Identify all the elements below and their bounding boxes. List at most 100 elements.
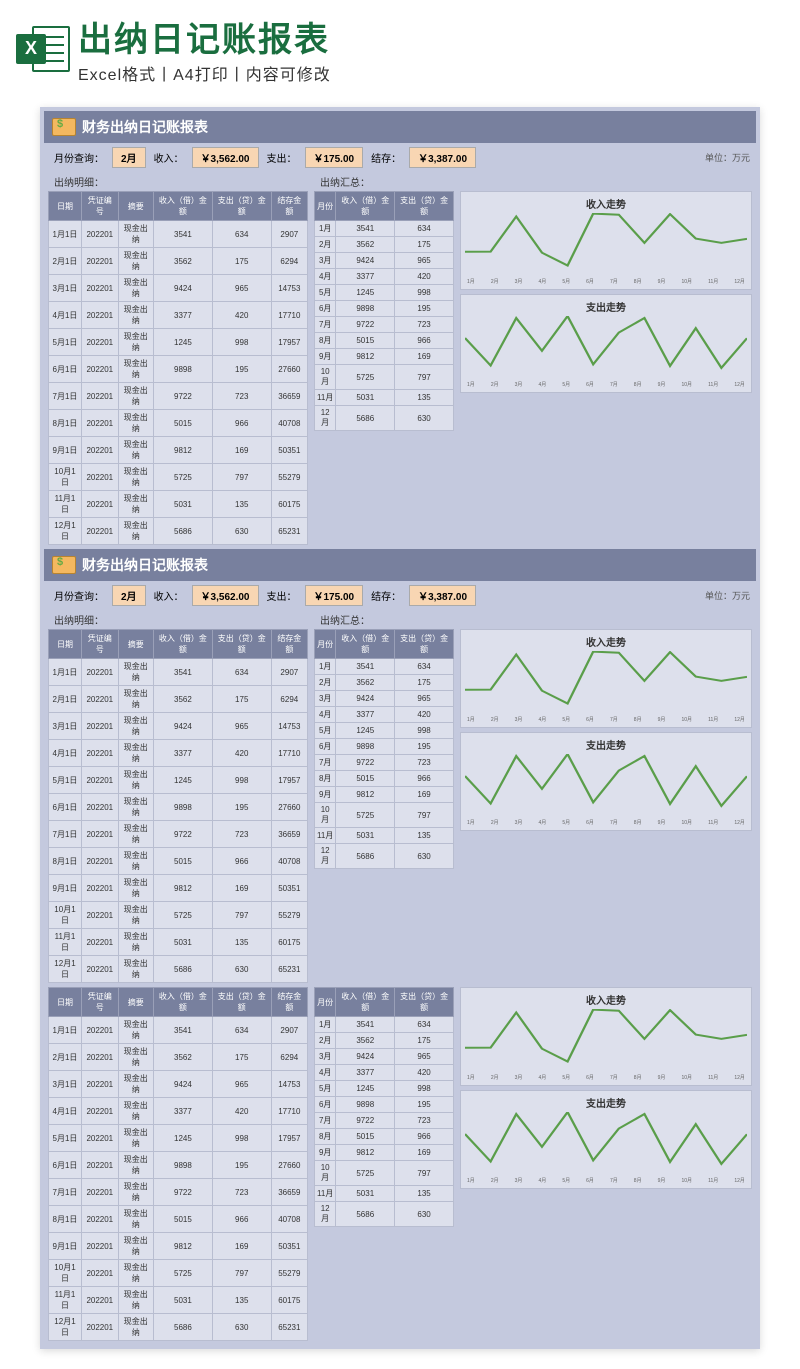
table-row: 12月1日202201现金出纳568663065231 xyxy=(49,518,308,545)
table-row: 12月5686630 xyxy=(315,844,454,869)
banner-subtitle: Excel格式丨A4打印丨内容可修改 xyxy=(78,61,784,85)
table-row: 7月9722723 xyxy=(315,755,454,771)
chart-xaxis: 1月2月3月4月5月6月7月8月9月10月11月12月 xyxy=(465,1074,747,1081)
col-header: 月份 xyxy=(315,192,336,221)
table-row: 1月1日202201现金出纳35416342907 xyxy=(49,1017,308,1044)
summary-table: 月份收入（借）金额支出（贷）金额1月35416342月35621753月9424… xyxy=(314,987,454,1227)
chart-xaxis: 1月2月3月4月5月6月7月8月9月10月11月12月 xyxy=(465,716,747,723)
table-row: 6月9898195 xyxy=(315,301,454,317)
table-row: 8月5015966 xyxy=(315,333,454,349)
chart-box: 支出走势 1月2月3月4月5月6月7月8月9月10月11月12月 xyxy=(460,294,752,393)
summary-table: 月份收入（借）金额支出（贷）金额1月35416342月35621753月9424… xyxy=(314,191,454,431)
expense-value: ￥175.00 xyxy=(305,147,364,168)
col-header: 支出（贷）金额 xyxy=(395,192,454,221)
balance-value: ￥3,387.00 xyxy=(409,147,476,168)
table-row: 12月1日202201现金出纳568663065231 xyxy=(49,956,308,983)
report-block: 财务出纳日记账报表 月份查询： 2月 收入： ￥3,562.00 支出： ￥17… xyxy=(44,111,756,549)
table-row: 5月1日202201现金出纳124599817957 xyxy=(49,1125,308,1152)
query-row: 月份查询： 2月 收入： ￥3,562.00 支出： ￥175.00 结存： ￥… xyxy=(44,143,756,172)
table-row: 1月3541634 xyxy=(315,221,454,237)
chart-box: 支出走势 1月2月3月4月5月6月7月8月9月10月11月12月 xyxy=(460,732,752,831)
chart-box: 收入走势 1月2月3月4月5月6月7月8月9月10月11月12月 xyxy=(460,191,752,290)
table-row: 9月9812169 xyxy=(315,1145,454,1161)
col-header: 支出（贷）金额 xyxy=(212,192,271,221)
table-row: 11月5031135 xyxy=(315,828,454,844)
income-value: ￥3,562.00 xyxy=(192,585,259,606)
table-row: 3月1日202201现金出纳942496514753 xyxy=(49,1071,308,1098)
table-row: 9月9812169 xyxy=(315,349,454,365)
template-preview: 财务出纳日记账报表 月份查询： 2月 收入： ￥3,562.00 支出： ￥17… xyxy=(40,107,760,1349)
table-row: 2月1日202201现金出纳35621756294 xyxy=(49,686,308,713)
table-row: 6月1日202201现金出纳989819527660 xyxy=(49,794,308,821)
table-row: 10月5725797 xyxy=(315,1161,454,1186)
table-row: 2月3562175 xyxy=(315,1033,454,1049)
chart-title: 收入走势 xyxy=(465,634,747,649)
table-row: 4月3377420 xyxy=(315,1065,454,1081)
month-value[interactable]: 2月 xyxy=(112,147,146,168)
col-header: 支出（贷）金额 xyxy=(212,630,271,659)
expense-value: ￥175.00 xyxy=(305,585,364,606)
income-label: 收入： xyxy=(150,586,188,605)
report-header: 财务出纳日记账报表 xyxy=(44,111,756,143)
table-row: 7月1日202201现金出纳972272336659 xyxy=(49,383,308,410)
table-row: 8月5015966 xyxy=(315,771,454,787)
summary-label: 出纳汇总： xyxy=(314,172,454,191)
chart-title: 收入走势 xyxy=(465,992,747,1007)
table-row: 10月5725797 xyxy=(315,365,454,390)
table-row: 9月1日202201现金出纳981216950351 xyxy=(49,437,308,464)
col-header: 结存金额 xyxy=(271,192,307,221)
chart-title: 支出走势 xyxy=(465,1095,747,1110)
money-icon xyxy=(52,118,76,136)
col-header: 凭证编号 xyxy=(81,988,118,1017)
report-title: 财务出纳日记账报表 xyxy=(82,117,208,137)
col-header: 收入（借）金额 xyxy=(153,630,212,659)
table-row: 10月1日202201现金出纳572579755279 xyxy=(49,902,308,929)
col-header: 结存金额 xyxy=(271,988,307,1017)
table-row: 3月9424965 xyxy=(315,1049,454,1065)
query-row: 月份查询： 2月 收入： ￥3,562.00 支出： ￥175.00 结存： ￥… xyxy=(44,581,756,610)
report-header: 财务出纳日记账报表 xyxy=(44,549,756,581)
table-row: 5月1日202201现金出纳124599817957 xyxy=(49,767,308,794)
col-header: 日期 xyxy=(49,192,82,221)
col-header: 收入（借）金额 xyxy=(153,192,212,221)
chart-xaxis: 1月2月3月4月5月6月7月8月9月10月11月12月 xyxy=(465,381,747,388)
col-header: 月份 xyxy=(315,988,336,1017)
table-row: 7月9722723 xyxy=(315,317,454,333)
table-row: 5月1245998 xyxy=(315,723,454,739)
table-row: 3月9424965 xyxy=(315,691,454,707)
table-row: 11月1日202201现金出纳503113560175 xyxy=(49,491,308,518)
table-row: 11月5031135 xyxy=(315,1186,454,1202)
balance-value: ￥3,387.00 xyxy=(409,585,476,606)
table-row: 8月1日202201现金出纳501596640708 xyxy=(49,410,308,437)
table-row: 12月1日202201现金出纳568663065231 xyxy=(49,1314,308,1341)
col-header: 结存金额 xyxy=(271,630,307,659)
col-header: 收入（借）金额 xyxy=(336,192,395,221)
table-row: 5月1日202201现金出纳124599817957 xyxy=(49,329,308,356)
detail-table: 日期凭证编号摘要收入（借）金额支出（贷）金额结存金额1月1日202201现金出纳… xyxy=(48,191,308,545)
detail-table: 日期凭证编号摘要收入（借）金额支出（贷）金额结存金额1月1日202201现金出纳… xyxy=(48,629,308,983)
table-row: 6月1日202201现金出纳989819527660 xyxy=(49,356,308,383)
table-row: 11月1日202201现金出纳503113560175 xyxy=(49,1287,308,1314)
chart-title: 收入走势 xyxy=(465,196,747,211)
col-header: 月份 xyxy=(315,630,336,659)
table-row: 5月1245998 xyxy=(315,1081,454,1097)
table-row: 9月9812169 xyxy=(315,787,454,803)
table-row: 7月1日202201现金出纳972272336659 xyxy=(49,821,308,848)
col-header: 收入（借）金额 xyxy=(336,988,395,1017)
chart-box: 收入走势 1月2月3月4月5月6月7月8月9月10月11月12月 xyxy=(460,629,752,728)
table-row: 8月5015966 xyxy=(315,1129,454,1145)
detail-label: 出纳明细： xyxy=(48,172,308,191)
balance-label: 结存： xyxy=(367,586,405,605)
month-value[interactable]: 2月 xyxy=(112,585,146,606)
table-row: 4月3377420 xyxy=(315,269,454,285)
excel-icon: X xyxy=(16,22,70,76)
table-row: 8月1日202201现金出纳501596640708 xyxy=(49,848,308,875)
table-row: 6月1日202201现金出纳989819527660 xyxy=(49,1152,308,1179)
detail-table: 日期凭证编号摘要收入（借）金额支出（贷）金额结存金额1月1日202201现金出纳… xyxy=(48,987,308,1341)
chart-title: 支出走势 xyxy=(465,299,747,314)
chart-xaxis: 1月2月3月4月5月6月7月8月9月10月11月12月 xyxy=(465,819,747,826)
chart-xaxis: 1月2月3月4月5月6月7月8月9月10月11月12月 xyxy=(465,278,747,285)
table-row: 9月1日202201现金出纳981216950351 xyxy=(49,875,308,902)
top-banner: X 出纳日记账报表 Excel格式丨A4打印丨内容可修改 xyxy=(0,0,800,97)
chart-box: 收入走势 1月2月3月4月5月6月7月8月9月10月11月12月 xyxy=(460,987,752,1086)
